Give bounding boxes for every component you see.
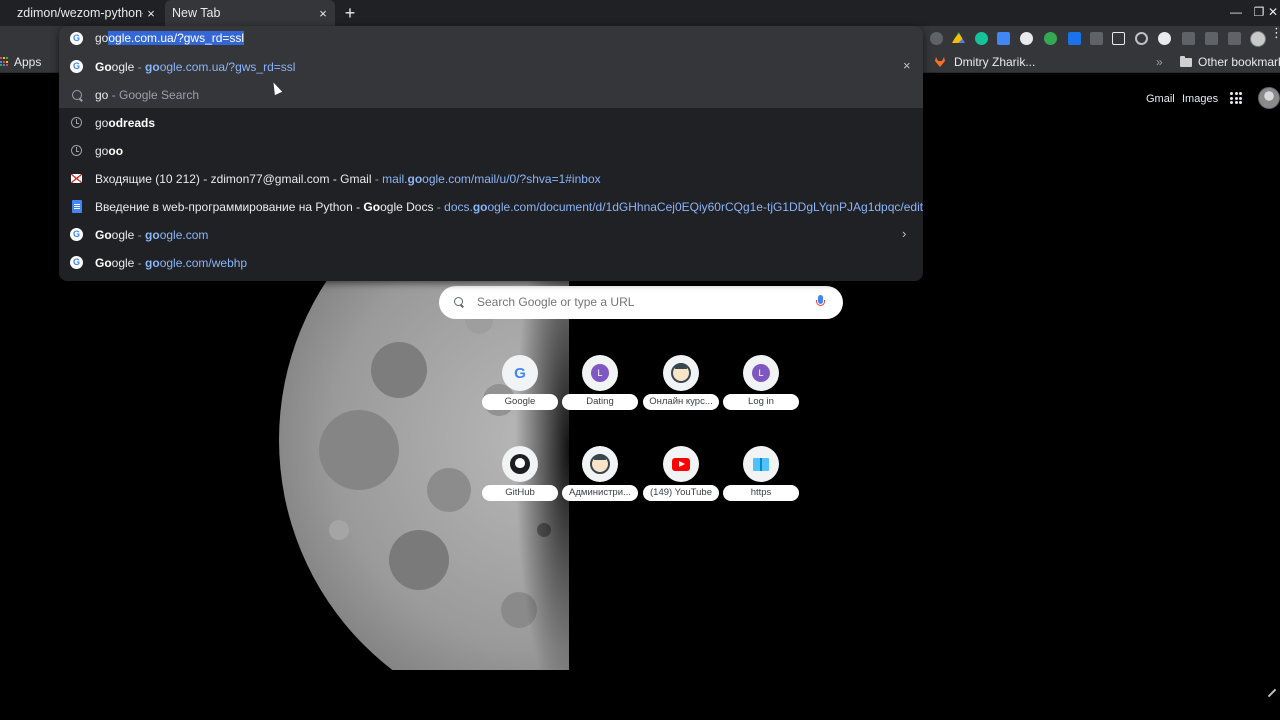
minimize-icon[interactable]: — xyxy=(1229,5,1243,19)
tab-title: zdimon/wezom-python-c xyxy=(17,6,143,20)
avatar-face-icon xyxy=(582,446,618,482)
suggestion-text: gooo xyxy=(95,144,124,158)
profile-avatar[interactable] xyxy=(1250,31,1266,47)
address-bar[interactable]: G google.com.ua/?gws_rd=ssl xyxy=(59,26,923,52)
bookmark-other-bookmarks[interactable]: Other bookmarks xyxy=(1180,54,1280,70)
gmail-link[interactable]: Gmail xyxy=(1146,93,1175,105)
suggestion-item[interactable]: go - Google Search xyxy=(59,80,923,108)
avatar-face-icon xyxy=(663,355,699,391)
extension-green-icon[interactable] xyxy=(1044,32,1057,45)
bookmark-apps-label: Apps xyxy=(14,55,42,69)
tab-close-icon[interactable]: × xyxy=(143,5,159,21)
shortcut-label: https xyxy=(723,485,799,501)
suggestion-item[interactable]: Введение в web-программирование на Pytho… xyxy=(59,192,923,220)
suggestion-text: Входящие (10 212) - zdimon77@gmail.com -… xyxy=(95,172,601,186)
extension-disabled-icon[interactable] xyxy=(1090,32,1103,45)
google-icon: G xyxy=(70,60,83,73)
google-icon: G xyxy=(70,32,83,45)
shortcut-google[interactable]: G Google xyxy=(482,355,558,425)
shortcut-label: Dating xyxy=(562,394,638,410)
account-avatar[interactable] xyxy=(1258,87,1280,109)
history-clock-icon xyxy=(71,117,82,128)
maximize-icon[interactable]: ❐ xyxy=(1252,5,1266,19)
shortcut-github[interactable]: GitHub xyxy=(482,446,558,516)
tab-strip: zdimon/wezom-python-c × New Tab × + — ❐ … xyxy=(0,0,1280,26)
extension-pin-icon[interactable] xyxy=(1205,32,1218,45)
search-icon xyxy=(454,297,463,306)
new-tab-button[interactable]: + xyxy=(342,4,358,22)
letter-l-icon: L xyxy=(582,355,618,391)
extension-white-icon[interactable] xyxy=(1158,32,1171,45)
suggestion-item[interactable]: G Google - google.com › xyxy=(59,220,923,248)
suggestion-text: Google - google.com/webhp xyxy=(95,256,248,270)
search-placeholder: Search Google or type a URL xyxy=(477,295,635,309)
customize-pencil-icon[interactable] xyxy=(1267,688,1277,698)
tab-new-tab[interactable]: New Tab × xyxy=(165,0,335,26)
gmail-icon xyxy=(71,174,82,183)
github-icon xyxy=(502,446,538,482)
more-menu-icon[interactable]: ⋮ xyxy=(1270,26,1280,39)
suggestion-text: Google - google.com.ua/?gws_rd=ssl xyxy=(95,60,296,74)
close-window-icon[interactable]: ✕ xyxy=(1266,5,1280,19)
microphone-icon[interactable] xyxy=(816,295,825,310)
extension-puzzle-icon[interactable] xyxy=(930,32,943,45)
extension-circle-icon[interactable] xyxy=(1020,32,1033,45)
youtube-icon xyxy=(663,446,699,482)
images-link[interactable]: Images xyxy=(1182,93,1218,105)
folder-icon xyxy=(1180,55,1192,67)
google-icon: G xyxy=(70,256,83,269)
shortcut-youtube[interactable]: (149) YouTube xyxy=(643,446,719,516)
address-input[interactable]: google.com.ua/?gws_rd=ssl xyxy=(95,31,245,45)
grammarly-icon[interactable] xyxy=(975,32,988,45)
gitlab-fox-icon xyxy=(935,57,945,67)
shortcut-log-in[interactable]: L Log in xyxy=(723,355,799,425)
shortcut-https[interactable]: https xyxy=(723,446,799,516)
remove-suggestion-icon[interactable]: × xyxy=(903,58,911,73)
bookmark-dmitry[interactable]: Dmitry Zharik... xyxy=(934,54,1035,70)
omnibox-dropdown: G google.com.ua/?gws_rd=ssl G Google - g… xyxy=(59,26,923,281)
bookmark-label: Other bookmarks xyxy=(1198,55,1280,69)
google-apps-icon[interactable] xyxy=(1230,92,1242,104)
suggestion-item[interactable]: G Google - google.com/webhp xyxy=(59,248,923,276)
shortcut-label: (149) YouTube xyxy=(643,485,719,501)
search-icon xyxy=(71,89,82,100)
letter-l-icon: L xyxy=(743,355,779,391)
tab-github[interactable]: zdimon/wezom-python-c × xyxy=(0,0,163,26)
shortcut-online-course[interactable]: Онлайн курс... xyxy=(643,355,719,425)
tab-title: New Tab xyxy=(172,6,221,20)
google-icon: G xyxy=(502,355,538,391)
book-icon xyxy=(743,446,779,482)
cast-icon[interactable] xyxy=(1112,32,1125,45)
record-icon[interactable] xyxy=(1135,32,1148,45)
suggestion-text: goodreads xyxy=(95,116,156,130)
ntp-search-box[interactable]: Search Google or type a URL xyxy=(439,286,843,319)
suggestion-item[interactable]: goodreads xyxy=(59,108,923,136)
extension-grey-icon[interactable] xyxy=(1182,32,1195,45)
suggestion-text: Введение в web-программирование на Pytho… xyxy=(95,200,923,214)
extension-tools-icon[interactable] xyxy=(1068,32,1081,45)
shortcut-dating[interactable]: L Dating xyxy=(562,355,638,425)
shortcut-label: Онлайн курс... xyxy=(643,394,719,410)
google-docs-icon xyxy=(71,200,82,213)
shortcut-label: Администри... xyxy=(562,485,638,501)
bookmark-apps[interactable]: Apps xyxy=(0,54,41,70)
suggestion-item[interactable]: gooo xyxy=(59,136,923,164)
shortcut-label: Google xyxy=(482,394,558,410)
extension-menu-icon[interactable] xyxy=(1228,32,1241,45)
suggestion-item[interactable]: G Google - google.com.ua/?gws_rd=ssl × xyxy=(59,52,923,80)
google-icon: G xyxy=(70,228,83,241)
bookmarks-overflow-icon[interactable]: » xyxy=(1156,54,1163,70)
bookmark-label: Dmitry Zharik... xyxy=(954,55,1036,69)
shortcut-label: Log in xyxy=(723,394,799,410)
shortcut-admin[interactable]: Администри... xyxy=(562,446,638,516)
suggestion-item[interactable]: Входящие (10 212) - zdimon77@gmail.com -… xyxy=(59,164,923,192)
suggestion-text: go - Google Search xyxy=(95,88,200,102)
shortcut-label: GitHub xyxy=(482,485,558,501)
translate-icon[interactable] xyxy=(997,32,1010,45)
tab-close-icon[interactable]: × xyxy=(315,5,331,21)
apps-grid-icon xyxy=(0,57,10,67)
suggestion-text: Google - google.com xyxy=(95,228,209,242)
history-clock-icon xyxy=(71,145,82,156)
chevron-right-icon[interactable]: › xyxy=(902,226,906,241)
